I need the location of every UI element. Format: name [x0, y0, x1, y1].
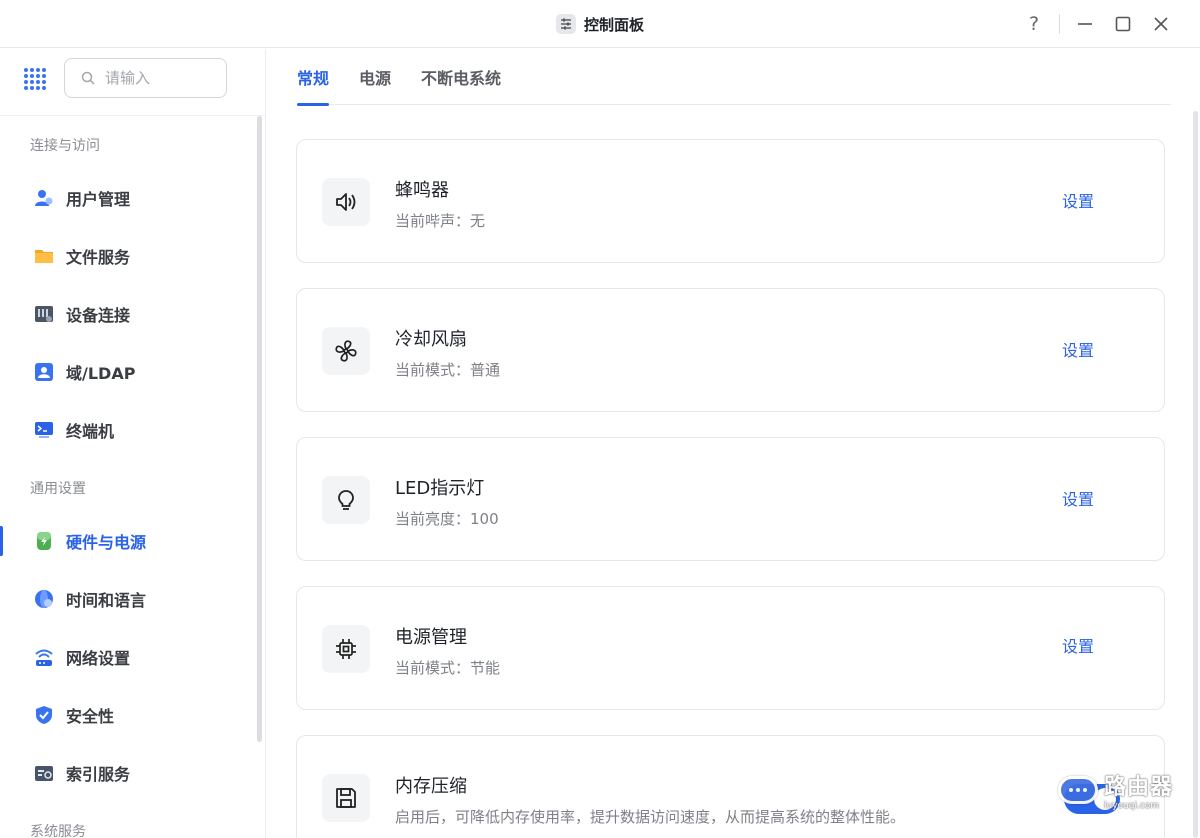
close-button[interactable]: [1142, 8, 1180, 40]
card-power-management: 电源管理 当前模式：节能 设置: [296, 586, 1165, 710]
sidebar-item-domain-ldap[interactable]: 域/LDAP: [0, 349, 252, 395]
main-content: 常规 电源 不断电系统 蜂鸣器 当前哔声：无 设置 冷却风扇 当前模式：普通 设…: [267, 49, 1200, 838]
section-title-general: 通用设置: [30, 481, 86, 497]
watermark-sub: luyouqi.com: [1104, 801, 1160, 811]
card-desc: 启用后，可降低内存使用率，提升数据访问速度，从而提高系统的整体性能。: [395, 808, 906, 826]
sidebar-item-terminal[interactable]: 终端机: [0, 407, 252, 453]
app-grid-icon[interactable]: [24, 68, 46, 90]
section-title-connection: 连接与访问: [30, 138, 100, 154]
folder-icon: [34, 246, 54, 266]
card-desc: 当前哔声：无: [395, 212, 486, 230]
card-desc: 当前模式：节能: [395, 659, 501, 677]
sidebar-item-device-connection[interactable]: 设备连接: [0, 291, 252, 337]
watermark-main: 路由器: [1104, 775, 1174, 800]
window-title: 控制面板: [583, 15, 644, 34]
tab-power[interactable]: 电源: [359, 49, 391, 105]
control-panel-app-icon: [555, 14, 576, 34]
sidebar-item-file-service[interactable]: 文件服务: [0, 233, 252, 279]
shield-icon: [34, 705, 54, 725]
card-memory-compression: 内存压缩 启用后，可降低内存使用率，提升数据访问速度，从而提高系统的整体性能。: [296, 735, 1165, 838]
card-title: 内存压缩: [395, 776, 467, 797]
sidebar-item-time-language[interactable]: 时间和语言: [0, 576, 252, 622]
card-buzzer: 蜂鸣器 当前哔声：无 设置: [296, 139, 1165, 263]
control-panel-window: 控制面板 ? 连接与访问: [0, 0, 1200, 838]
search-icon: [81, 71, 95, 85]
tab-bar: 常规 电源 不断电系统: [297, 49, 1171, 106]
globe-icon: [34, 589, 54, 609]
tab-general[interactable]: 常规: [297, 49, 330, 106]
sidebar: 连接与访问 用户管理 文件服务 设备连接 域/LDAP: [0, 49, 266, 838]
index-service-icon: [34, 763, 54, 783]
controls-separator: [1059, 14, 1060, 34]
hardware-power-icon: [34, 531, 54, 551]
network-icon: [34, 647, 54, 667]
power-settings-button[interactable]: 设置: [1062, 633, 1094, 657]
fan-settings-button[interactable]: 设置: [1062, 337, 1094, 361]
terminal-icon: [34, 420, 54, 440]
card-led-indicator: LED指示灯 当前亮度：100 设置: [296, 437, 1165, 561]
user-management-icon: [34, 188, 54, 208]
help-button[interactable]: ?: [1015, 8, 1053, 40]
sidebar-item-user-management[interactable]: 用户管理: [0, 175, 252, 221]
title-bar: 控制面板 ?: [0, 0, 1200, 48]
watermark: 路由器 luyouqi.com: [1058, 760, 1200, 820]
card-title: LED指示灯: [395, 478, 485, 499]
led-settings-button[interactable]: 设置: [1062, 486, 1094, 510]
lightbulb-icon: [322, 476, 370, 524]
sidebar-item-network[interactable]: 网络设置: [0, 634, 252, 680]
router-logo-icon: [1058, 776, 1098, 804]
maximize-icon: [1115, 16, 1131, 32]
card-title: 电源管理: [395, 627, 467, 648]
sidebar-item-security[interactable]: 安全性: [0, 692, 252, 738]
domain-ldap-icon: [34, 362, 54, 382]
main-scrollbar[interactable]: [1193, 111, 1198, 838]
minimize-icon: [1078, 23, 1092, 25]
card-cooling-fan: 冷却风扇 当前模式：普通 设置: [296, 288, 1165, 412]
section-title-system-services: 系统服务: [30, 824, 86, 838]
card-title: 蜂鸣器: [395, 180, 449, 201]
tab-ups[interactable]: 不断电系统: [421, 49, 501, 105]
sidebar-item-index-service[interactable]: 索引服务: [0, 750, 252, 796]
floppy-disk-icon: [322, 774, 370, 822]
sidebar-item-hardware-power[interactable]: 硬件与电源: [0, 518, 252, 564]
maximize-button[interactable]: [1104, 8, 1142, 40]
window-controls: ?: [1015, 0, 1180, 48]
watermark-text: 路由器 luyouqi.com: [1104, 769, 1173, 811]
search-box: [64, 58, 227, 98]
close-icon: [1154, 17, 1168, 31]
fan-icon: [322, 327, 370, 375]
card-desc: 当前模式：普通: [395, 361, 501, 379]
sidebar-scrollbar[interactable]: [257, 116, 262, 742]
chip-icon: [322, 625, 370, 673]
card-desc: 当前亮度：100: [395, 510, 499, 528]
minimize-button[interactable]: [1066, 8, 1104, 40]
speaker-icon: [322, 178, 370, 226]
card-title: 冷却风扇: [395, 329, 467, 350]
search-input[interactable]: [105, 69, 205, 87]
device-connection-icon: [34, 304, 54, 324]
buzzer-settings-button[interactable]: 设置: [1062, 188, 1094, 212]
sidebar-divider: [0, 115, 265, 116]
